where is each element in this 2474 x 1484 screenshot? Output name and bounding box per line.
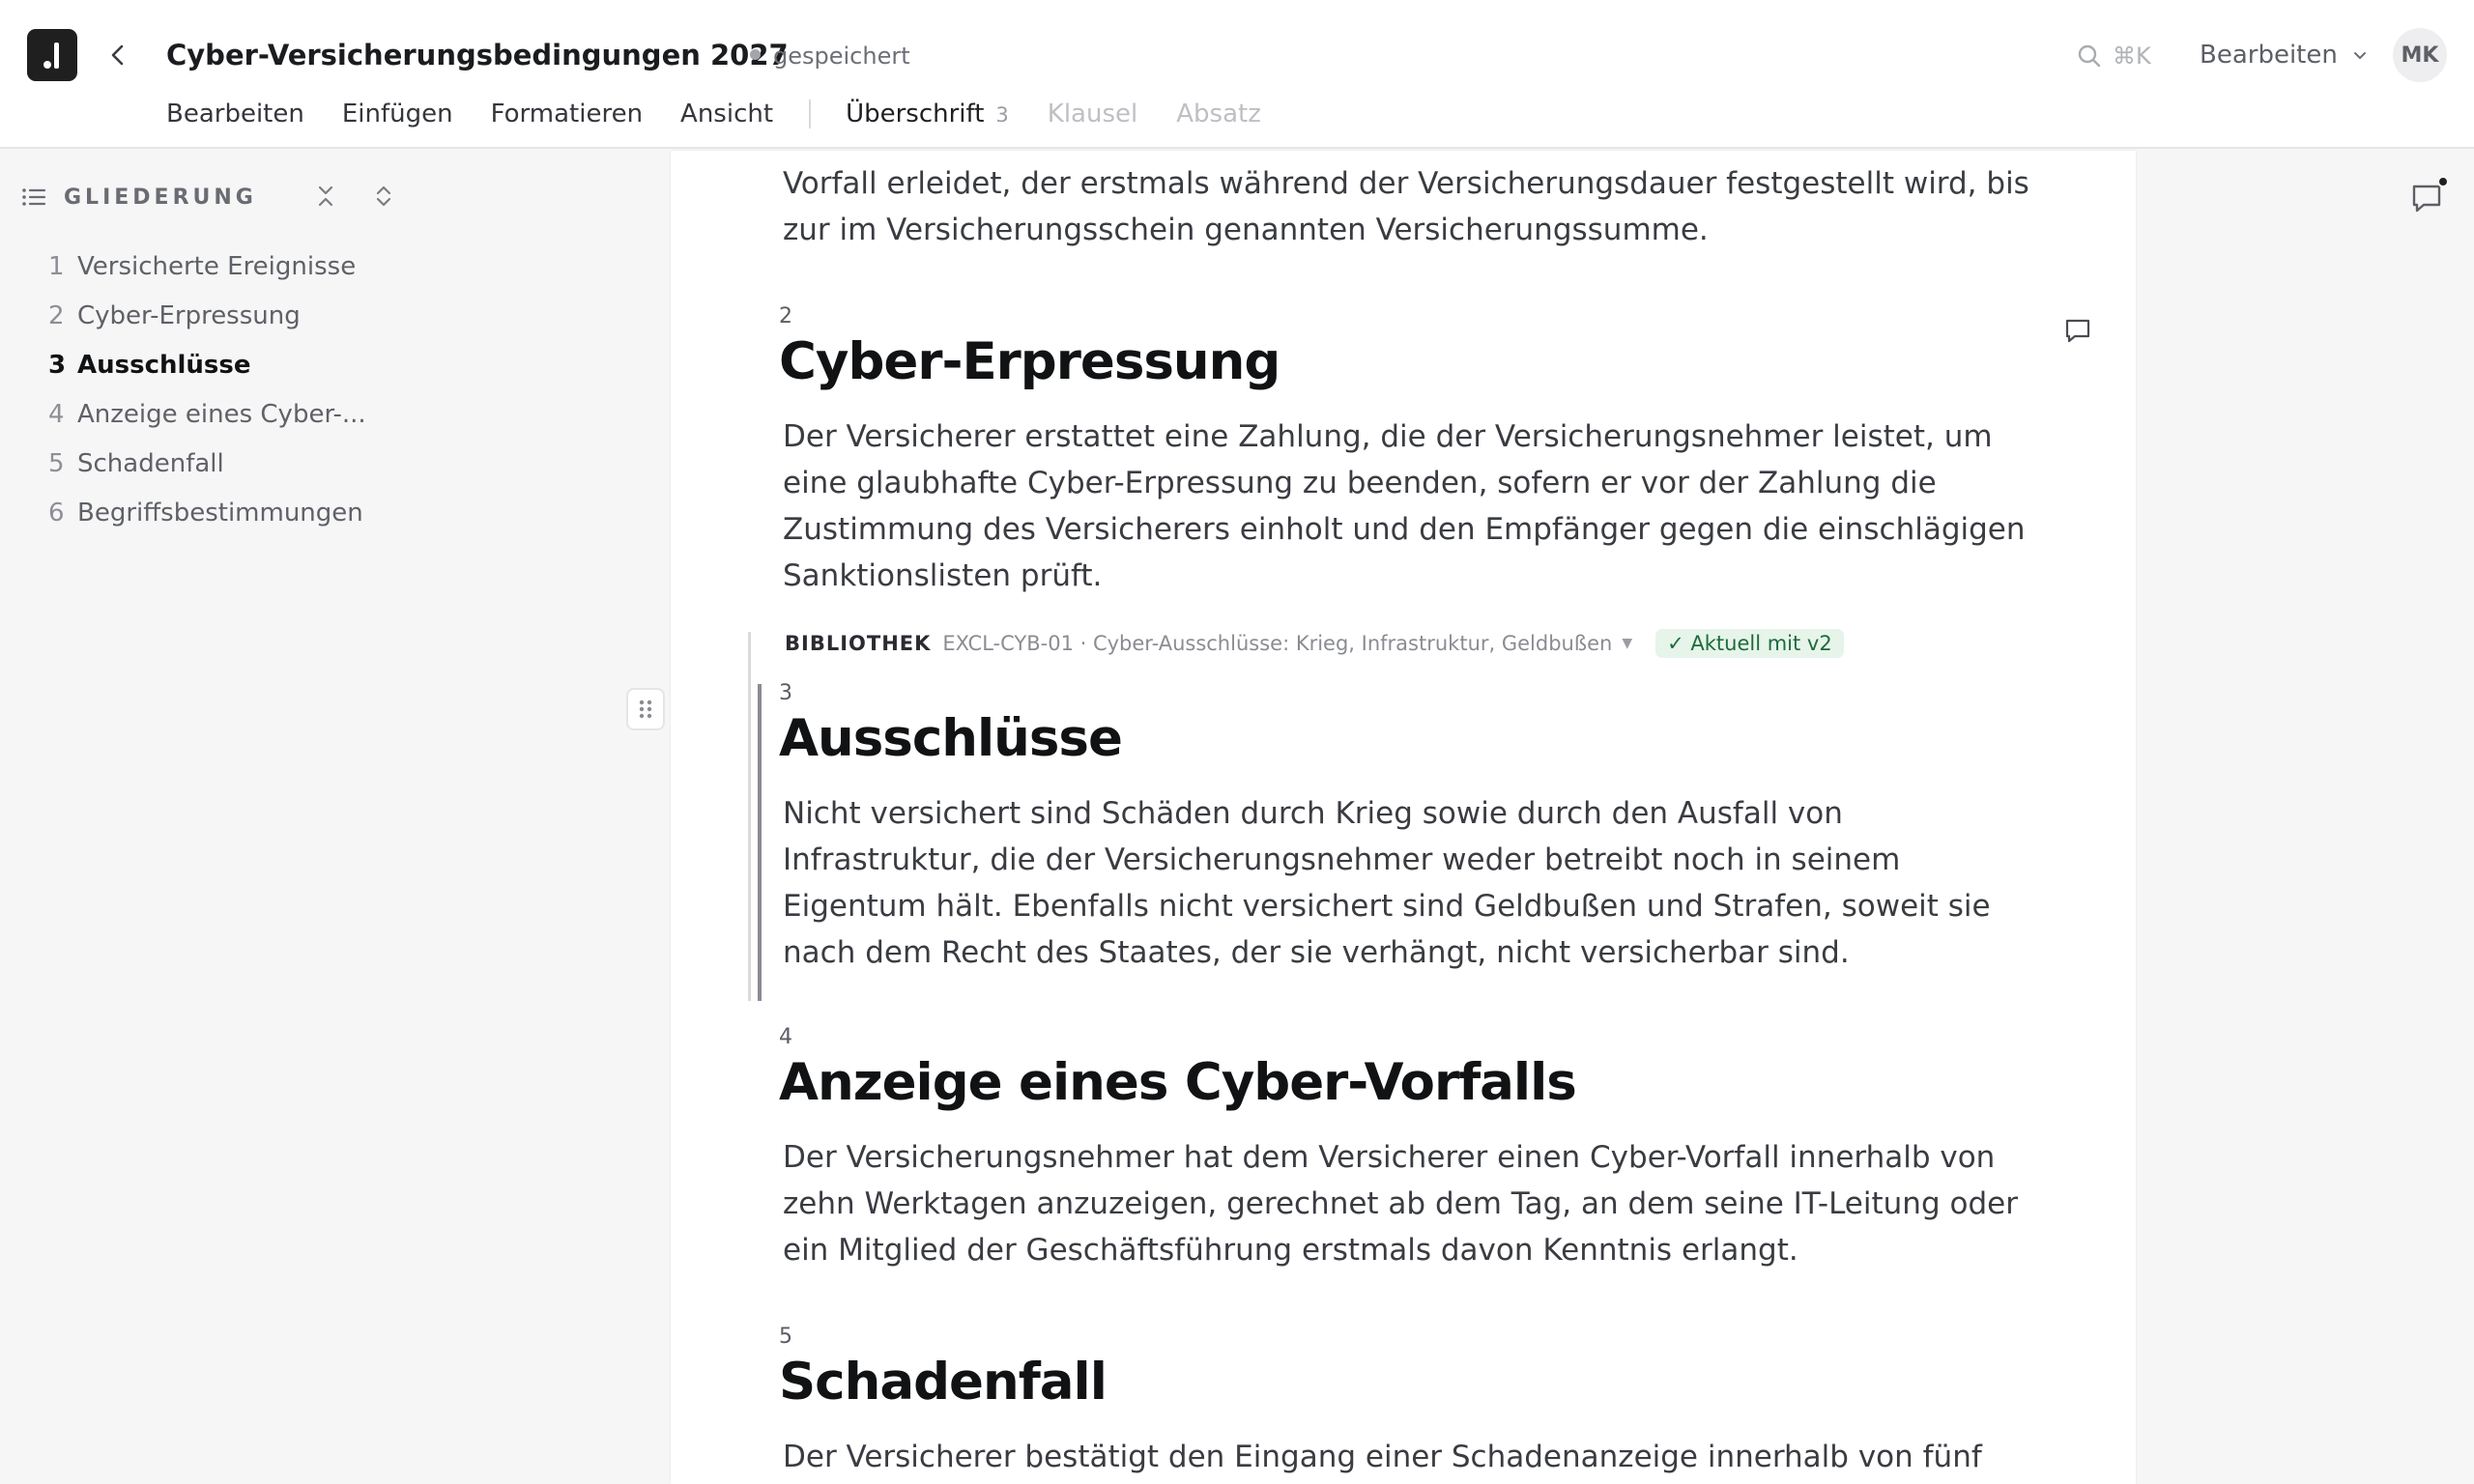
document-page[interactable]: Vorfall erleidet, der erstmals während d…	[671, 151, 2136, 1484]
outline-title: GLIEDERUNG	[64, 185, 257, 210]
caret-down-icon[interactable]: ▼	[1622, 636, 1632, 651]
save-status: gespeichert	[750, 41, 910, 71]
outline-item-2[interactable]: 2 Cyber-Erpressung	[48, 291, 366, 340]
menu-divider	[809, 100, 812, 128]
collapse-all-button[interactable]	[311, 182, 340, 214]
unread-indicator	[2437, 176, 2449, 187]
comment-icon	[2065, 319, 2090, 343]
search-button[interactable]: ⌘K	[2076, 39, 2151, 73]
context-heading[interactable]: Überschrift 3	[846, 97, 1009, 132]
section-heading[interactable]: Anzeige eines Cyber-Vorfalls	[779, 1051, 1577, 1115]
chevron-down-icon	[2353, 52, 2366, 59]
section-paragraph[interactable]: Der Versicherungsnehmer hat dem Versiche…	[783, 1134, 2039, 1273]
section-number: 2	[779, 304, 792, 328]
menu-formatieren[interactable]: Formatieren	[491, 97, 643, 131]
library-block-border	[748, 632, 751, 1001]
drag-handle-icon	[639, 699, 652, 719]
outline-item-3[interactable]: 3 Ausschlüsse	[48, 340, 366, 389]
user-avatar[interactable]: MK	[2393, 28, 2447, 82]
menu-bar: Bearbeiten Einfügen Formatieren Ansicht …	[166, 97, 1300, 131]
menu-ansicht[interactable]: Ansicht	[680, 97, 773, 131]
library-label: BIBLIOTHEK	[785, 632, 932, 655]
add-comment-button[interactable]	[2062, 315, 2093, 350]
library-reference[interactable]: EXCL-CYB-01 · Cyber-Ausschlüsse: Krieg, …	[942, 632, 1612, 655]
selection-indicator	[758, 684, 762, 1001]
back-button[interactable]	[101, 37, 135, 73]
menu-einfuegen[interactable]: Einfügen	[342, 97, 453, 131]
section-heading[interactable]: Schadenfall	[779, 1351, 1108, 1414]
outline-item-5[interactable]: 5 Schadenfall	[48, 439, 366, 488]
section-paragraph[interactable]: Der Versicherer bestätigt den Eingang ei…	[783, 1434, 2039, 1480]
document-title[interactable]: Cyber-Versicherungsbedingungen 2027	[166, 37, 789, 73]
heading-level-count: 3	[995, 102, 1009, 127]
section-heading[interactable]: Ausschlüsse	[779, 707, 1123, 771]
search-shortcut: ⌘K	[2113, 43, 2151, 70]
section-paragraph[interactable]: Der Versicherer erstattet eine Zahlung, …	[783, 414, 2039, 599]
app-logo[interactable]	[27, 29, 77, 81]
section-number: 5	[779, 1325, 792, 1349]
outline-item-1[interactable]: 1 Versicherte Ereignisse	[48, 242, 366, 291]
search-icon	[2078, 44, 2101, 68]
library-status-badge: ✓ Aktuell mit v2	[1655, 629, 1844, 658]
outline-list: 1 Versicherte Ereignisse 2 Cyber-Erpressun…	[48, 242, 366, 537]
back-arrow-icon	[111, 44, 124, 66]
outline-item-4[interactable]: 4 Anzeige eines Cyber-...	[48, 389, 366, 439]
expand-all-icon	[376, 186, 391, 207]
section-paragraph[interactable]: Nicht versichert sind Schäden durch Krie…	[783, 790, 2039, 976]
drag-handle[interactable]	[626, 688, 665, 730]
mode-dropdown[interactable]: Bearbeiten	[2200, 37, 2369, 73]
context-clause[interactable]: Klausel	[1048, 97, 1137, 131]
section-number: 4	[779, 1025, 792, 1049]
intro-paragraph[interactable]: Vorfall erleidet, der erstmals während d…	[783, 160, 2039, 253]
mode-label: Bearbeiten	[2200, 41, 2338, 70]
expand-all-button[interactable]	[369, 182, 398, 214]
library-clause-bar[interactable]: BIBLIOTHEK EXCL-CYB-01 · Cyber-Ausschlüs…	[785, 626, 1844, 661]
context-paragraph[interactable]: Absatz	[1176, 97, 1261, 131]
section-heading[interactable]: Cyber-Erpressung	[779, 330, 1280, 394]
section-number: 3	[779, 681, 792, 705]
outline-header: GLIEDERUNG	[19, 182, 257, 213]
outline-item-6[interactable]: 6 Begriffsbestimmungen	[48, 488, 366, 537]
top-bar: Cyber-Versicherungsbedingungen 2027 gesp…	[0, 0, 2474, 149]
collapse-all-icon	[318, 186, 333, 207]
menu-bearbeiten[interactable]: Bearbeiten	[166, 97, 304, 131]
list-icon	[22, 188, 46, 206]
